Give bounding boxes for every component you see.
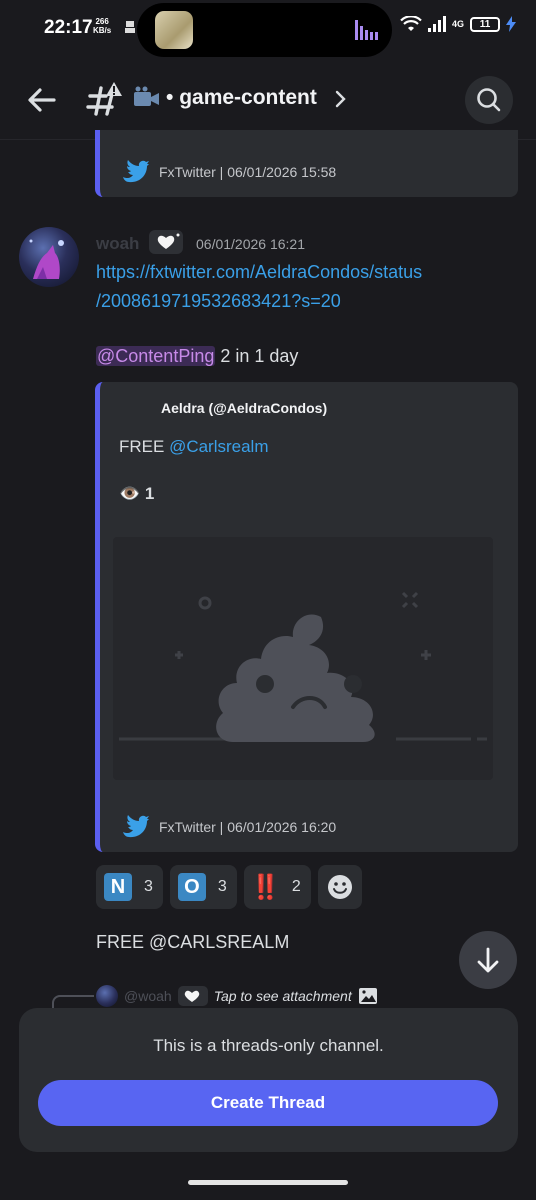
message-author[interactable]: woah (96, 234, 139, 254)
audio-visualizer-icon (355, 20, 378, 40)
search-button[interactable] (465, 76, 513, 124)
avatar-image (29, 239, 64, 279)
chevron-right-icon[interactable] (333, 89, 347, 109)
embed-views: 👁️ 1 (119, 484, 154, 504)
message-text: @ContentPing 2 in 1 day (96, 346, 298, 367)
reaction-count: 2 (291, 878, 301, 895)
signal-icon (427, 16, 446, 32)
back-arrow-icon[interactable] (24, 82, 60, 118)
video-camera-icon (134, 86, 159, 106)
user-badge (149, 230, 183, 254)
network-type: 4G (451, 19, 464, 29)
message-link-line2[interactable]: /2008619719532683421?s=20 (96, 287, 496, 316)
home-indicator[interactable] (188, 1180, 348, 1185)
reaction-count: 3 (217, 878, 227, 895)
reaction-double-exclamation[interactable]: ‼️ 2 (243, 865, 311, 909)
message-text-rest: 2 in 1 day (215, 346, 299, 366)
role-mention[interactable]: @ContentPing (96, 346, 216, 366)
notification-icon (125, 21, 135, 33)
battery-icon: 11 (470, 16, 500, 32)
embed-description-prefix: FREE (119, 437, 170, 456)
add-reaction-button[interactable] (317, 865, 362, 909)
threads-only-panel: This is a threads-only channel. Create T… (19, 1008, 518, 1152)
wifi-icon (400, 16, 422, 31)
embed-footer: FxTwitter | 06/01/2026 16:20 (121, 814, 336, 840)
reaction-count: 3 (144, 878, 153, 895)
message-timestamp: 06/01/2026 16:21 (196, 236, 305, 252)
arrow-down-icon (477, 947, 499, 973)
reaction-n[interactable]: N 3 (96, 865, 163, 909)
status-time: 22:17 (44, 17, 93, 38)
reply-avatar (96, 985, 118, 1007)
charging-icon (506, 16, 516, 32)
embed-mention-link[interactable]: @Carlsrealm (169, 437, 268, 456)
reaction-o[interactable]: O 3 (169, 865, 237, 909)
network-speed-value: 266 (95, 17, 109, 26)
embed-description: FREE @Carlsrealm (119, 437, 269, 457)
message-link-line1[interactable]: https://fxtwitter.com/AeldraCondos/statu… (96, 258, 496, 287)
add-reaction-icon (327, 875, 352, 899)
double-exclamation-icon: ‼️ (250, 873, 281, 901)
letter-o-icon: O (177, 873, 206, 901)
second-message-text: FREE @CARLSREALM (96, 932, 290, 952)
dynamic-island[interactable] (137, 3, 392, 57)
views-count: 1 (144, 484, 155, 503)
channel-title[interactable]: • game-content (166, 86, 317, 110)
network-speed: 266 KB/s (93, 17, 111, 35)
message-link[interactable]: https://fxtwitter.com/AeldraCondos/statu… (96, 258, 496, 316)
avatar[interactable] (19, 227, 79, 287)
search-icon (477, 88, 501, 112)
image-icon (358, 988, 377, 1004)
network-speed-unit: KB/s (93, 26, 112, 35)
reply-author: @woah (124, 988, 172, 1004)
create-thread-button[interactable]: Create Thread (38, 1080, 498, 1126)
threads-only-info: This is a threads-only channel. (153, 1036, 384, 1055)
fxtwitter-icon (123, 160, 149, 183)
previous-embed-footer-text: FxTwitter | 06/01/2026 15:58 (159, 164, 337, 180)
image-unavailable-placeholder[interactable] (113, 537, 493, 780)
embed-footer-text: FxTwitter | 06/01/2026 16:20 (159, 819, 337, 835)
previous-embed-footer: FxTwitter | 06/01/2026 15:58 (121, 159, 336, 185)
reactions: N 3 O 3 ‼️ 2 (96, 865, 362, 909)
reply-text: Tap to see attachment (213, 988, 352, 1004)
status-right: 4G 11 (400, 16, 516, 32)
fxtwitter-icon (123, 815, 149, 838)
status-bar: 22:17 266 KB/s 4G 11 (0, 0, 536, 60)
jump-to-bottom-button[interactable] (459, 931, 517, 989)
reply-preview[interactable]: @woah Tap to see attachment (96, 985, 378, 1007)
channel-header: • game-content (0, 60, 536, 140)
battery-level: 11 (479, 18, 491, 30)
letter-n-icon: N (104, 873, 132, 901)
media-thumbnail (155, 11, 193, 49)
eye-icon: 👁️ (119, 484, 141, 503)
white-heart-icon (177, 986, 208, 1006)
poop-placeholder-icon (119, 591, 487, 742)
channel-name: game-content (179, 86, 317, 109)
hashtag-warning-icon (86, 82, 122, 116)
white-heart-icon (157, 233, 180, 249)
embed-author[interactable]: Aeldra (@AeldraCondos) (161, 400, 327, 416)
